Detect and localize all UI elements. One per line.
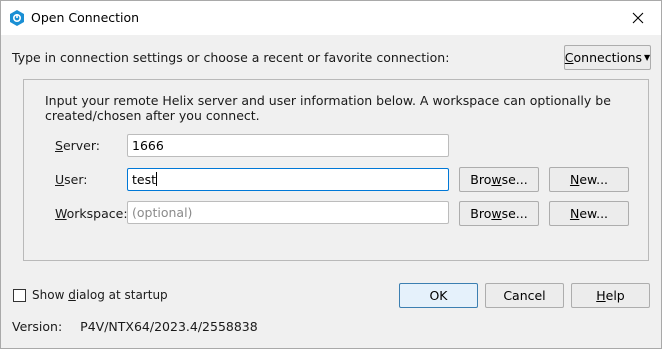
user-new-label: New... [569,172,609,187]
show-dialog-checkbox-row[interactable]: Show dialog at startup [13,288,168,302]
dropdown-arrow-icon: ▼ [644,53,651,62]
open-connection-dialog: Open Connection Type in connection setti… [0,0,662,349]
cancel-button[interactable]: Cancel [485,283,564,308]
workspace-browse-label: Browse... [470,206,528,221]
workspace-browse-button[interactable]: Browse... [459,201,539,226]
user-label: User: [55,172,88,187]
user-input[interactable]: test [127,168,449,191]
show-dialog-label: Show dialog at startup [32,288,168,302]
text-cursor [156,172,158,186]
server-label: Server: [55,138,100,153]
server-value: 1666 [132,138,164,153]
workspace-new-button[interactable]: New... [549,201,629,226]
help-button[interactable]: Help [571,283,650,308]
intro-text: Type in connection settings or choose a … [12,50,450,65]
user-new-button[interactable]: New... [549,167,629,192]
user-browse-button[interactable]: Browse... [459,167,539,192]
workspace-label: Workspace: [55,206,128,221]
title-bar: Open Connection [1,1,661,35]
help-label: Help [596,288,625,303]
user-browse-label: Browse... [470,172,528,187]
workspace-input[interactable]: (optional) [127,201,449,224]
connections-button[interactable]: Connections ▼ [564,45,651,70]
version-info: Version: P4V/NTX64/2023.4/2558838 [12,319,258,334]
workspace-placeholder: (optional) [132,205,193,220]
workspace-new-label: New... [569,206,609,221]
ok-button[interactable]: OK [399,283,478,308]
version-value: P4V/NTX64/2023.4/2558838 [80,319,258,334]
server-input[interactable]: 1666 [127,134,449,157]
close-button[interactable] [615,1,661,35]
p4v-app-icon [10,10,24,26]
close-icon [632,12,644,24]
panel-description: Input your remote Helix server and user … [45,93,611,123]
window-title: Open Connection [31,10,140,25]
cancel-label: Cancel [503,288,546,303]
ok-label: OK [429,288,448,303]
connections-label: Connections [564,50,643,65]
version-label: Version: [12,319,63,334]
show-dialog-checkbox[interactable] [13,288,26,302]
user-value: test [132,172,157,187]
connection-settings-panel: Input your remote Helix server and user … [23,79,649,261]
